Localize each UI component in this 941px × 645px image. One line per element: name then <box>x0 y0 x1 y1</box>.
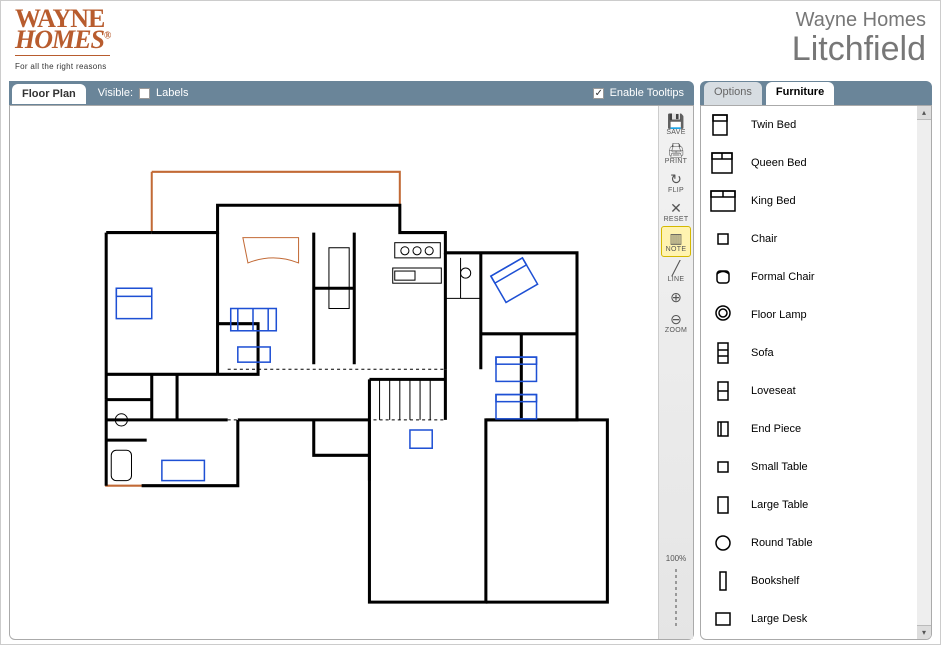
furniture-item-label: Bookshelf <box>751 575 799 587</box>
right-tab-bar: Options Furniture <box>700 81 932 105</box>
large-table-icon <box>709 492 737 518</box>
furniture-item-label: Chair <box>751 233 777 245</box>
furniture-item-label: Large Table <box>751 499 808 511</box>
furniture-item[interactable]: Formal Chair <box>701 258 917 296</box>
labels-checkbox[interactable] <box>139 88 150 99</box>
note-button[interactable]: ▥NOTE <box>661 226 691 257</box>
flip-icon: ↻ <box>667 171 685 187</box>
loveseat-icon <box>709 378 737 404</box>
brand-line2: HOMES <box>15 25 104 54</box>
furniture-item[interactable]: Round Table <box>701 524 917 562</box>
bookshelf-icon <box>709 568 737 594</box>
zoom-out-button[interactable]: ⊖ZOOM <box>661 308 691 337</box>
tooltips-label: Enable Tooltips <box>610 87 684 99</box>
save-icon: 💾 <box>667 113 685 129</box>
line-button[interactable]: ╱LINE <box>661 257 691 286</box>
scroll-down-button[interactable]: ▾ <box>917 625 931 639</box>
visible-label: Visible: <box>98 87 133 99</box>
furniture-item[interactable]: Queen Bed <box>701 144 917 182</box>
scroll-up-button[interactable]: ▴ <box>917 106 931 120</box>
end-piece-icon <box>709 416 737 442</box>
tab-options[interactable]: Options <box>704 82 762 106</box>
print-icon: 🖨 <box>667 142 685 158</box>
sofa-icon <box>709 340 737 366</box>
furniture-item-label: Small Table <box>751 461 808 473</box>
furniture-item-label: King Bed <box>751 195 796 207</box>
zoom-out-icon: ⊖ <box>667 311 685 327</box>
zoom-in-button[interactable]: ⊕ <box>661 286 691 308</box>
furniture-item-label: End Piece <box>751 423 801 435</box>
scrollbar[interactable]: ▴ ▾ <box>917 106 931 639</box>
zoom-value: 100% <box>666 554 686 563</box>
round-table-icon <box>709 530 737 556</box>
note-icon: ▥ <box>667 230 685 246</box>
furniture-item[interactable]: End Piece <box>701 410 917 448</box>
labels-checkbox-label: Labels <box>156 87 188 99</box>
flip-button[interactable]: ↻FLIP <box>661 168 691 197</box>
furniture-item[interactable]: Chair <box>701 220 917 258</box>
model-name: Litchfield <box>792 32 926 66</box>
logo: WAYNE HOMES® For all the right reasons <box>15 9 110 71</box>
print-button[interactable]: 🖨PRINT <box>661 139 691 168</box>
furniture-item[interactable]: Large Table <box>701 486 917 524</box>
furniture-item-label: Formal Chair <box>751 271 815 283</box>
small-table-icon <box>709 454 737 480</box>
tagline: For all the right reasons <box>15 62 110 71</box>
header: WAYNE HOMES® For all the right reasons W… <box>1 1 940 81</box>
floor-plan-drawing <box>10 106 658 639</box>
furniture-item[interactable]: Twin Bed <box>701 106 917 144</box>
furniture-item-label: Queen Bed <box>751 157 807 169</box>
queen-bed-icon <box>709 150 737 176</box>
furniture-item[interactable]: Loveseat <box>701 372 917 410</box>
furniture-item[interactable]: Small Table <box>701 448 917 486</box>
formal-chair-icon <box>709 264 737 290</box>
save-button[interactable]: 💾SAVE <box>661 110 691 139</box>
floor-plan-canvas[interactable] <box>10 106 658 639</box>
furniture-item-label: Loveseat <box>751 385 796 397</box>
zoom-slider[interactable] <box>675 569 677 629</box>
brand-reg: ® <box>104 30 110 41</box>
king-bed-icon <box>709 188 737 214</box>
line-icon: ╱ <box>667 260 685 276</box>
tab-furniture[interactable]: Furniture <box>766 82 834 106</box>
company-name: Wayne Homes <box>792 9 926 32</box>
reset-icon: ✕ <box>667 200 685 216</box>
zoom-in-icon: ⊕ <box>667 289 685 305</box>
furniture-item[interactable]: Sofa <box>701 334 917 372</box>
chair-icon <box>709 226 737 252</box>
floor-plan-toolbar: Floor Plan Visible: Labels Enable Toolti… <box>9 81 694 105</box>
furniture-item-label: Large Desk <box>751 613 807 625</box>
floor-plan-tab[interactable]: Floor Plan <box>12 84 86 104</box>
furniture-list: Twin Bed Queen Bed King Bed Chair Formal Cha… <box>701 106 917 639</box>
reset-button[interactable]: ✕RESET <box>661 197 691 226</box>
large-desk-icon <box>709 606 737 632</box>
twin-bed-icon <box>709 112 737 138</box>
furniture-item-label: Floor Lamp <box>751 309 807 321</box>
furniture-item[interactable]: Floor Lamp <box>701 296 917 334</box>
tool-column: 💾SAVE 🖨PRINT ↻FLIP ✕RESET ▥NOTE ╱LINE ⊕ … <box>658 106 693 639</box>
furniture-item[interactable]: King Bed <box>701 182 917 220</box>
floor-lamp-icon <box>709 302 737 328</box>
furniture-item-label: Sofa <box>751 347 774 359</box>
furniture-item[interactable]: Bookshelf <box>701 562 917 600</box>
furniture-item-label: Twin Bed <box>751 119 796 131</box>
furniture-item-label: Round Table <box>751 537 813 549</box>
furniture-item[interactable]: Large Desk <box>701 600 917 638</box>
tooltips-checkbox[interactable] <box>593 88 604 99</box>
